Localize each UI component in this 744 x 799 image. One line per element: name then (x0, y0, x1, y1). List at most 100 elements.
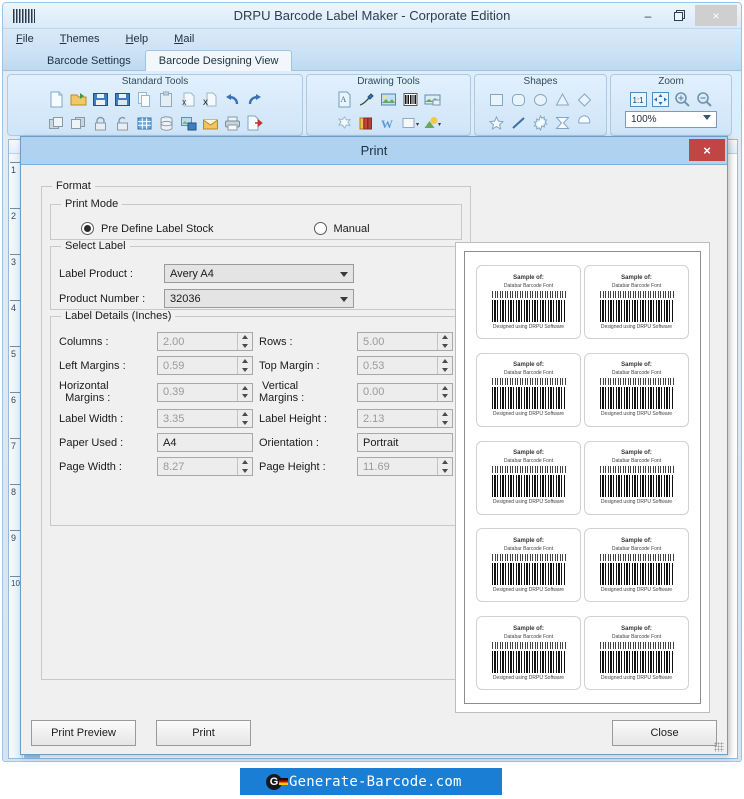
radio-manual[interactable] (313, 222, 327, 235)
word-art-tool-icon[interactable]: W (379, 114, 398, 133)
zoom-fit-page-icon[interactable] (651, 90, 670, 109)
spinner-arrows[interactable] (437, 333, 452, 350)
copy-icon[interactable] (135, 90, 154, 109)
zoom-level-combobox[interactable]: 100% (625, 111, 717, 128)
restore-button[interactable] (664, 5, 694, 26)
undo-icon[interactable] (223, 90, 242, 109)
print-preview-button[interactable]: Print Preview (31, 720, 136, 746)
bring-forward-icon[interactable] (47, 114, 66, 133)
shape-bowtie-icon[interactable] (553, 114, 572, 133)
window-close-button[interactable]: × (695, 5, 737, 26)
menu-themes[interactable]: Themes (57, 32, 103, 46)
text-tool-icon[interactable]: A (335, 90, 354, 109)
shape-diamond-icon[interactable] (575, 90, 594, 109)
watermark-tool-icon[interactable] (423, 90, 442, 109)
print-icon[interactable] (223, 114, 242, 133)
cut-icon[interactable]: x (179, 90, 198, 109)
shape-pie-icon[interactable] (575, 114, 594, 133)
fill-tool-icon[interactable] (423, 114, 442, 133)
library-tool-icon[interactable] (357, 114, 376, 133)
shape-triangle-icon[interactable] (553, 90, 572, 109)
tab-barcode-designing-view[interactable]: Barcode Designing View (144, 50, 293, 71)
print-dialog-close-button[interactable]: × (689, 139, 725, 161)
save-icon[interactable] (91, 90, 110, 109)
menu-mail[interactable]: Mail (171, 32, 197, 46)
shape-rounded-rect-icon[interactable] (509, 90, 528, 109)
lock-icon[interactable] (91, 114, 110, 133)
spinner-arrows[interactable] (237, 357, 252, 374)
barcode-tool-icon[interactable] (401, 90, 420, 109)
send-backward-icon[interactable] (69, 114, 88, 133)
columns-spinner[interactable]: 2.00 (157, 332, 253, 351)
spinner-arrows[interactable] (237, 410, 252, 427)
spinner-arrows[interactable] (237, 333, 252, 350)
preview-label: Sample of: Databar Barcode Font Designed… (476, 528, 581, 603)
resize-grip[interactable] (714, 742, 724, 752)
radio-manual-label: Manual (333, 222, 370, 235)
vertical-margins-spinner[interactable]: 0.00 (357, 382, 453, 402)
redo-icon[interactable] (245, 90, 264, 109)
exit-icon[interactable] (245, 114, 264, 133)
menu-help-label: elp (133, 33, 149, 45)
page-width-spinner[interactable]: 8.27 (157, 457, 253, 476)
mail-icon[interactable] (201, 114, 220, 133)
unlock-icon[interactable] (113, 114, 132, 133)
spinner-arrows[interactable] (437, 458, 452, 475)
top-margin-spinner[interactable]: 0.53 (357, 356, 453, 375)
label-product-combobox[interactable]: Avery A4 (164, 264, 354, 283)
rows-spinner[interactable]: 5.00 (357, 332, 453, 351)
page-height-spinner[interactable]: 11.69 (357, 457, 453, 476)
product-number-label: Product Number : (59, 292, 146, 305)
shape-line-icon[interactable] (509, 114, 528, 133)
product-number-combobox[interactable]: 32036 (164, 289, 354, 308)
svg-text:1:1: 1:1 (632, 96, 644, 105)
minimize-button[interactable]: – (633, 5, 663, 26)
zoom-out-icon[interactable] (695, 90, 714, 109)
shape-burst-icon[interactable] (531, 114, 550, 133)
radio-pre-define-label-stock[interactable] (81, 222, 94, 235)
database-icon[interactable] (157, 114, 176, 133)
zoom-actual-size-icon[interactable]: 1:1 (629, 90, 648, 109)
print-button[interactable]: Print (156, 720, 251, 746)
paper-used-field[interactable]: A4 (157, 433, 253, 452)
rows-label: Rows : (259, 335, 293, 348)
label-details-group: Label Details (Inches) Columns : 2.00 Ro… (50, 310, 462, 526)
signature-tool-icon[interactable] (357, 90, 376, 109)
spinner-arrows[interactable] (237, 383, 252, 401)
label-height-spinner[interactable]: 2.13 (357, 409, 453, 428)
frame-tool-icon[interactable] (401, 114, 420, 133)
preview-label: Sample of: Databar Barcode Font Designed… (584, 440, 689, 515)
shape-star5-icon[interactable] (487, 114, 506, 133)
save-as-icon[interactable] (113, 90, 132, 109)
spinner-arrows[interactable] (437, 357, 452, 374)
tab-barcode-settings[interactable]: Barcode Settings (33, 51, 145, 70)
shape-star-tool-icon[interactable] (335, 114, 354, 133)
menu-help[interactable]: Help (123, 32, 152, 46)
spinner-arrows[interactable] (437, 410, 452, 427)
open-file-icon[interactable] (69, 90, 88, 109)
ruler-num-4: 4 (11, 303, 17, 313)
spinner-arrows[interactable] (437, 383, 452, 401)
shape-ellipse-icon[interactable] (531, 90, 550, 109)
delete-icon[interactable]: x (201, 90, 220, 109)
print-dialog-title: Print (360, 143, 388, 158)
orientation-field[interactable]: Portrait (357, 433, 453, 452)
zoom-in-icon[interactable] (673, 90, 692, 109)
svg-text:x: x (203, 97, 208, 108)
grid-icon[interactable] (135, 114, 154, 133)
new-file-icon[interactable] (47, 90, 66, 109)
generate-barcode-logo-icon: G (266, 773, 288, 790)
label-width-spinner[interactable]: 3.35 (157, 409, 253, 428)
shape-square-icon[interactable] (487, 90, 506, 109)
horizontal-margins-spinner[interactable]: 0.39 (157, 382, 253, 402)
close-button-label: Close (650, 727, 679, 739)
close-button[interactable]: Close (612, 720, 717, 746)
menu-file[interactable]: File (13, 32, 37, 46)
svg-text:W: W (381, 117, 393, 131)
left-margins-spinner[interactable]: 0.59 (157, 356, 253, 375)
spinner-arrows[interactable] (237, 458, 252, 475)
export-image-icon[interactable] (179, 114, 198, 133)
picture-tool-icon[interactable] (379, 90, 398, 109)
print-dialog-title-bar: Print × (21, 137, 727, 165)
paste-icon[interactable] (157, 90, 176, 109)
